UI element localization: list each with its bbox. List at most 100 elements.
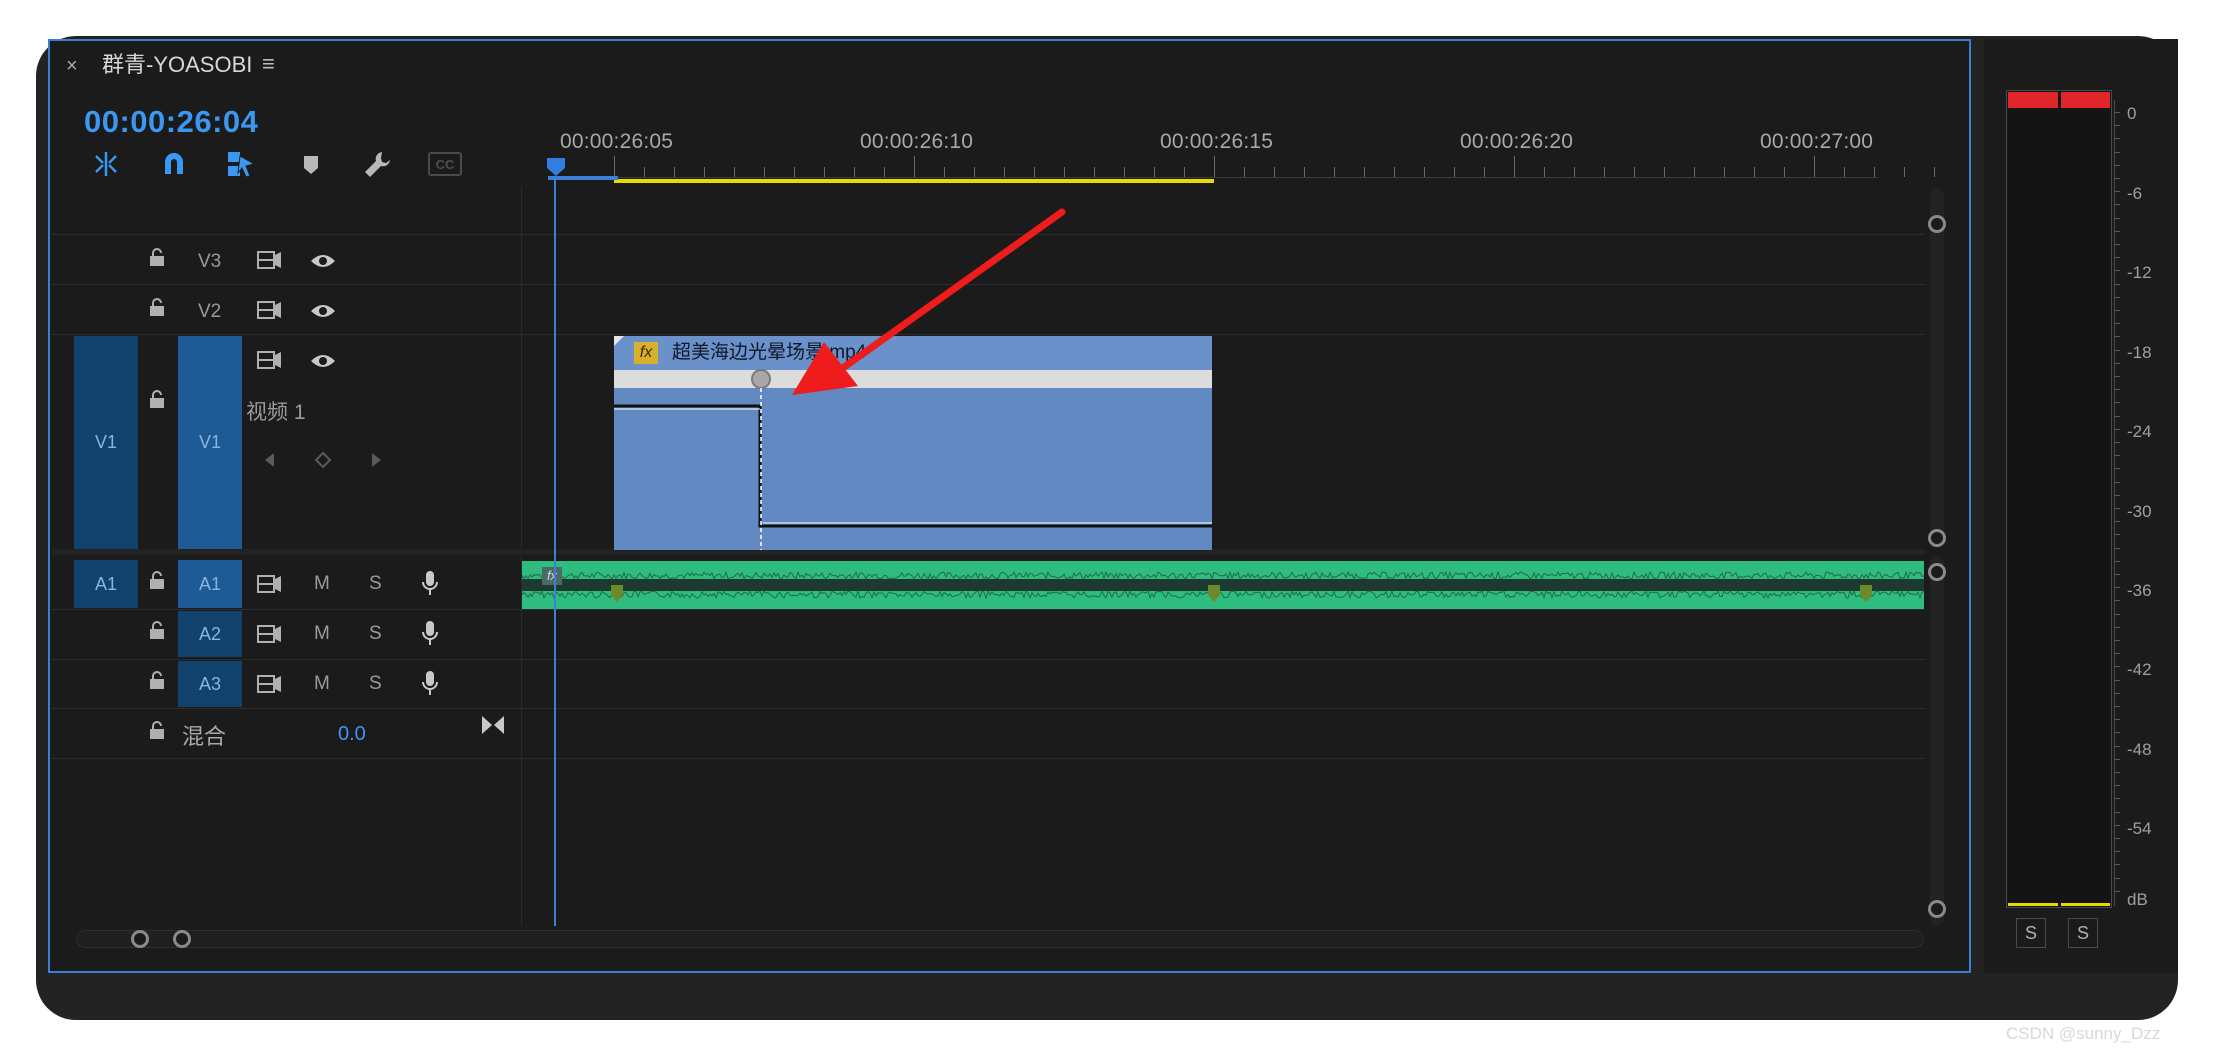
eye-icon[interactable] — [310, 352, 336, 375]
next-keyframe-icon[interactable] — [370, 451, 384, 474]
meter-tick — [2114, 627, 2120, 628]
mute-button[interactable]: M — [314, 673, 330, 695]
audio-keyframe[interactable] — [610, 583, 624, 603]
audio-clip[interactable]: fx — [522, 561, 1924, 609]
zoom-scrollbar[interactable] — [76, 930, 1924, 948]
meter-tick — [2114, 587, 2120, 588]
mute-button[interactable]: M — [314, 623, 330, 645]
track-target-v1[interactable]: V1 — [178, 336, 242, 549]
meter-tick — [2114, 798, 2120, 799]
work-area-bar[interactable] — [614, 179, 1214, 183]
scrollbar-handle[interactable] — [1928, 529, 1946, 547]
track-lock-v2[interactable] — [148, 297, 166, 322]
ruler-tick — [1454, 167, 1455, 177]
captions-icon[interactable]: CC — [428, 152, 462, 176]
ruler-tick — [1184, 167, 1185, 177]
add-keyframe-icon[interactable] — [314, 451, 332, 474]
meter-label: -24 — [2127, 422, 2152, 441]
ruler-tick — [974, 167, 975, 177]
microphone-icon[interactable] — [420, 570, 440, 601]
track-lock-a3[interactable] — [148, 670, 166, 695]
track-lock-mix[interactable] — [148, 720, 166, 745]
video-scrollbar[interactable] — [1930, 188, 1944, 548]
meter-tick — [2114, 574, 2120, 575]
sync-lock-icon[interactable] — [256, 300, 282, 325]
audio-keyframe[interactable] — [1207, 583, 1221, 603]
meter-tick — [2114, 231, 2120, 232]
sync-lock-icon[interactable] — [256, 624, 282, 649]
track-lock-a2[interactable] — [148, 620, 166, 645]
scrollbar-handle[interactable] — [1928, 215, 1946, 233]
ruler-tick — [1394, 167, 1395, 177]
ruler-tick — [614, 156, 615, 177]
meter-tick — [2114, 719, 2120, 720]
ruler-tick — [1664, 167, 1665, 177]
row-divider — [52, 609, 1925, 610]
meter-tick — [2114, 218, 2120, 219]
meter-level-left — [2008, 903, 2058, 906]
meter-tick — [2114, 402, 2120, 403]
ruler-tick — [914, 156, 915, 177]
sync-lock-icon[interactable] — [256, 350, 282, 375]
meter-tick — [2114, 204, 2120, 205]
ruler-tick — [1064, 167, 1065, 177]
panel-menu-button[interactable]: ≡ — [262, 52, 275, 76]
microphone-icon[interactable] — [420, 620, 440, 651]
track-lock-a1[interactable] — [148, 570, 166, 595]
go-to-bounds-icon[interactable] — [480, 714, 506, 741]
meter-tick — [2114, 310, 2120, 311]
meter-tick — [2114, 838, 2120, 839]
linked-selection-icon[interactable] — [226, 150, 256, 178]
solo-right-button[interactable]: S — [2068, 918, 2098, 948]
insert-snap-icon[interactable] — [92, 150, 120, 178]
wrench-settings-icon[interactable] — [362, 150, 392, 180]
zoom-handle-right[interactable] — [173, 930, 191, 948]
audio-keyframe[interactable] — [1859, 583, 1873, 603]
playhead-head[interactable] — [545, 156, 567, 178]
solo-left-button[interactable]: S — [2016, 918, 2046, 948]
current-timecode[interactable]: 00:00:26:04 — [84, 104, 258, 140]
sequence-title[interactable]: 群青-YOASOBI — [102, 51, 252, 79]
meter-label: 0 — [2127, 104, 2137, 123]
solo-button[interactable]: S — [369, 623, 382, 645]
fx-badge[interactable]: fx — [542, 567, 562, 585]
track-lock-v1[interactable] — [148, 389, 166, 414]
panel-close-button[interactable]: × — [66, 54, 86, 78]
track-target-a3[interactable]: A3 — [178, 661, 242, 707]
meter-tick — [2114, 482, 2120, 483]
meter-tick — [2114, 495, 2120, 496]
track-name-v2[interactable]: V2 — [198, 301, 221, 323]
zoom-handle-left[interactable] — [131, 930, 149, 948]
scrollbar-handle[interactable] — [1928, 900, 1946, 918]
track-target-a2[interactable]: A2 — [178, 611, 242, 657]
meter-peak-left[interactable] — [2008, 92, 2058, 108]
solo-button[interactable]: S — [369, 673, 382, 695]
meter-tick — [2114, 165, 2120, 166]
ruler-tick — [1874, 167, 1875, 177]
playhead-line[interactable] — [554, 178, 556, 926]
eye-icon[interactable] — [310, 302, 336, 325]
meter-tick — [2114, 891, 2120, 892]
mix-volume-value[interactable]: 0.0 — [338, 723, 366, 746]
prev-keyframe-icon[interactable] — [262, 451, 276, 474]
magnet-snap-icon[interactable] — [160, 150, 188, 178]
meter-tick — [2114, 772, 2120, 773]
sync-lock-icon[interactable] — [256, 674, 282, 699]
meter-peak-right[interactable] — [2061, 92, 2110, 108]
mute-button[interactable]: M — [314, 573, 330, 595]
ruler-tick — [1634, 167, 1635, 177]
source-patch-a1[interactable]: A1 — [74, 560, 138, 608]
audio-scrollbar[interactable] — [1930, 556, 1944, 926]
scrollbar-handle[interactable] — [1928, 563, 1946, 581]
track-target-a1[interactable]: A1 — [178, 560, 242, 608]
meter-tick — [2114, 521, 2120, 522]
source-patch-v1[interactable]: V1 — [74, 336, 138, 549]
solo-button[interactable]: S — [369, 573, 382, 595]
microphone-icon[interactable] — [420, 670, 440, 701]
add-marker-icon[interactable] — [302, 154, 320, 176]
meter-tick — [2114, 244, 2120, 245]
row-divider — [52, 758, 1925, 759]
sync-lock-icon[interactable] — [256, 574, 282, 599]
ruler-label: 00:00:26:10 — [860, 130, 974, 153]
meter-tick — [2114, 191, 2120, 192]
